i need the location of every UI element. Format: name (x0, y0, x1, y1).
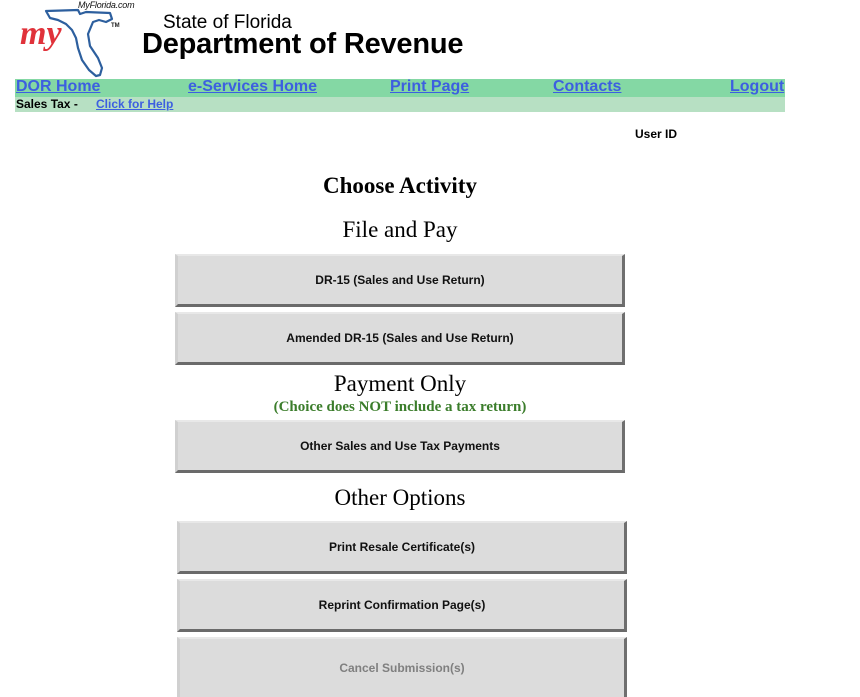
payment-only-note: (Choice does NOT include a tax return) (273, 399, 527, 415)
user-id-label: User ID (635, 127, 678, 141)
help-link[interactable]: Click for Help (96, 97, 173, 112)
section-heading-payment-only: Payment Only (333, 371, 467, 396)
logo-script-text: my (20, 15, 62, 52)
section-heading-file-and-pay: File and Pay (342, 217, 458, 242)
cancel-submission-button: Cancel Submission(s) (177, 637, 627, 697)
florida-outline-icon: my TM (20, 8, 120, 78)
amended-dr15-return-button[interactable]: Amended DR-15 (Sales and Use Return) (175, 312, 625, 365)
section-heading-other-options: Other Options (334, 485, 466, 510)
header-title: Department of Revenue (142, 28, 464, 60)
nav-link-eservices-home[interactable]: e-Services Home (188, 77, 317, 97)
tax-type-label: Sales Tax - (16, 97, 78, 111)
reprint-confirmation-button[interactable]: Reprint Confirmation Page(s) (177, 579, 627, 632)
print-resale-certificate-button[interactable]: Print Resale Certificate(s) (177, 521, 627, 574)
myflorida-logo[interactable]: MyFlorida.com my TM (16, 0, 138, 78)
nav-link-contacts[interactable]: Contacts (553, 77, 621, 97)
main-nav-bar: DOR Home e-Services Home Print Page Cont… (15, 77, 785, 97)
svg-text:TM: TM (111, 23, 120, 29)
dr15-return-button[interactable]: DR-15 (Sales and Use Return) (175, 254, 625, 307)
page-title: Choose Activity (323, 173, 477, 198)
sub-nav-bar: Sales Tax - Click for Help (15, 97, 785, 112)
nav-link-dor-home[interactable]: DOR Home (16, 77, 100, 97)
other-tax-payments-button[interactable]: Other Sales and Use Tax Payments (175, 420, 625, 473)
nav-link-logout[interactable]: Logout (730, 77, 784, 97)
nav-link-print-page[interactable]: Print Page (390, 77, 469, 97)
